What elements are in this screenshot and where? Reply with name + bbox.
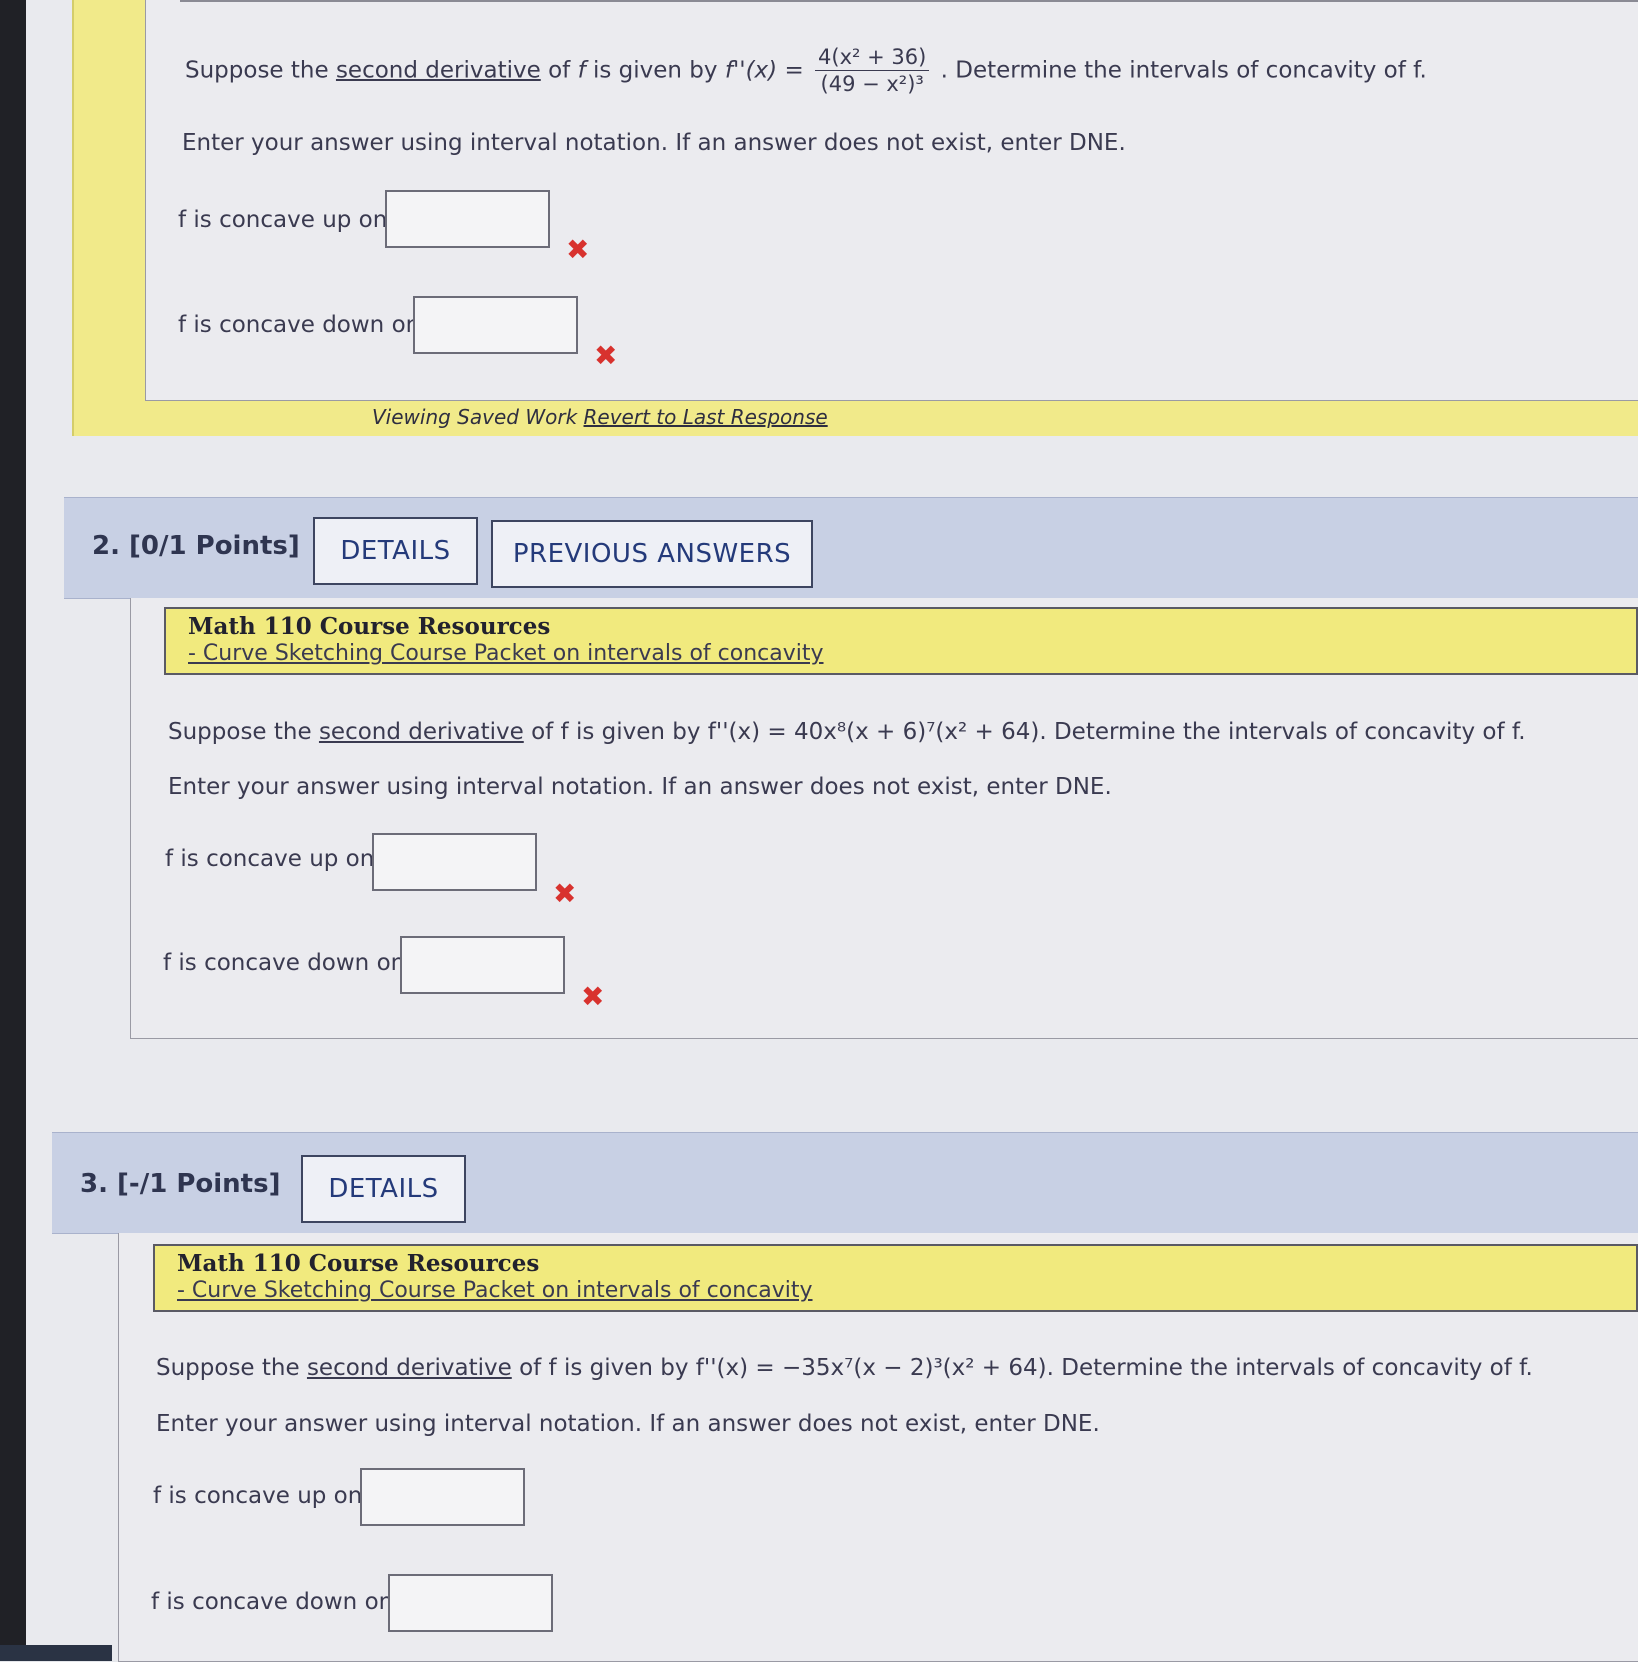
fraction-denominator: (49 − x²)³ [820,72,924,97]
course-packet-link[interactable]: - Curve Sketching Course Packet on inter… [177,1278,813,1303]
resources-title: Math 110 Course Resources [177,1250,540,1277]
q1-concave-down-input[interactable] [413,296,578,354]
divider [180,0,1638,2]
x-mark-icon: ✖ [581,980,605,1013]
points-label: [0/1 Points] [129,531,300,561]
q3-concave-down-input[interactable] [388,1574,553,1632]
details-button[interactable]: DETAILS [301,1155,466,1223]
question-2-header [64,497,1638,599]
prompt-text: of [548,57,571,84]
q2-instructions: Enter your answer using interval notatio… [168,774,1112,800]
saved-work-label: Viewing Saved Work [372,405,578,429]
prompt-text: . Determine the intervals of concavity o… [940,57,1427,84]
prompt-text: Suppose the [168,719,312,745]
saved-work-bar: Viewing Saved Work Revert to Last Respon… [372,405,828,429]
resources-link-row: - Curve Sketching Course Packet on inter… [177,1278,813,1303]
revert-link[interactable]: Revert to Last Response [584,405,828,429]
q3-instructions: Enter your answer using interval notatio… [156,1411,1100,1437]
question-3-header [52,1132,1638,1234]
x-mark-icon: ✖ [594,339,618,372]
q2-concave-down-label: f is concave down on [163,950,406,976]
prompt-text: of f is given by f''(x) = −35x⁷(x − 2)³(… [519,1355,1533,1381]
course-resources-box: Math 110 Course Resources - Curve Sketch… [153,1244,1638,1312]
second-derivative-link[interactable]: second derivative [336,57,541,83]
course-resources-box: Math 110 Course Resources - Curve Sketch… [164,607,1638,675]
fraction: 4(x² + 36) (49 − x²)³ [815,44,930,98]
points-label: [-/1 Points] [117,1169,281,1199]
f-symbol: f [577,57,586,84]
previous-answers-button[interactable]: PREVIOUS ANSWERS [491,520,813,588]
x-mark-icon: ✖ [566,233,590,266]
q3-concave-up-input[interactable] [360,1468,525,1526]
prompt-text: Suppose the [156,1355,300,1381]
course-packet-link[interactable]: - Curve Sketching Course Packet on inter… [188,641,824,666]
q1-instructions: Enter your answer using interval notatio… [182,130,1126,156]
q3-concave-up-label: f is concave up on [153,1483,363,1509]
q3-concave-down-label: f is concave down on [151,1589,394,1615]
second-derivative-link[interactable]: second derivative [319,719,524,745]
taskbar-edge [0,1645,112,1661]
q2-concave-up-label: f is concave up on [165,846,375,872]
question-3-number: 3. [-/1 Points] [80,1169,281,1199]
screen-bezel [0,0,26,1661]
q2-concave-up-input[interactable] [372,833,537,891]
q2-concave-down-input[interactable] [400,936,565,994]
resources-link-row: - Curve Sketching Course Packet on inter… [188,641,824,666]
second-derivative-link[interactable]: second derivative [307,1355,512,1381]
x-mark-icon: ✖ [553,877,577,910]
prompt-text: of f is given by f''(x) = 40x⁸(x + 6)⁷(x… [531,719,1526,745]
q1-concave-up-input[interactable] [385,190,550,248]
q3-prompt: Suppose the second derivative of f is gi… [156,1355,1533,1381]
details-button[interactable]: DETAILS [313,517,478,585]
q1-concave-up-label: f is concave up on [178,207,388,233]
q1-concave-down-label: f is concave down on [178,312,421,338]
prompt-text: Suppose the [185,57,329,84]
fraction-numerator: 4(x² + 36) [815,44,930,72]
f-double-prime: f''(x) = [724,57,804,84]
q2-prompt: Suppose the second derivative of f is gi… [168,719,1526,745]
q1-prompt: Suppose the second derivative of f is gi… [185,44,1427,98]
question-2-number: 2. [0/1 Points] [92,531,300,561]
resources-title: Math 110 Course Resources [188,613,551,640]
prompt-text: is given by [592,57,718,84]
